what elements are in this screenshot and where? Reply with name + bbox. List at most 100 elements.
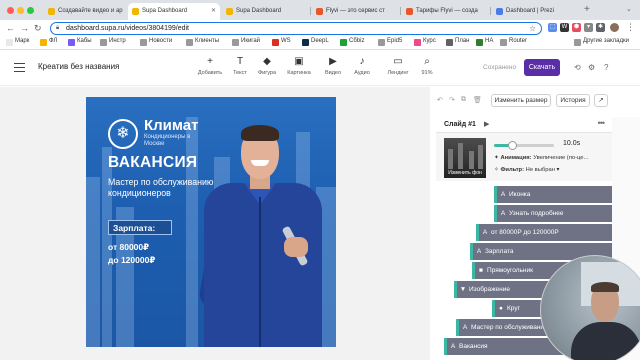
bookmark-item[interactable]: ФЛ xyxy=(40,38,57,46)
duration-value[interactable]: 10.0s xyxy=(563,140,580,147)
browser-tab[interactable]: Тарифы Flyvi — созда xyxy=(402,3,488,20)
bookmark-item[interactable]: Икигай xyxy=(232,38,260,46)
reload-icon[interactable]: ↻ xyxy=(34,22,42,34)
slide-card[interactable]: Изменить фон 10.0s ✦ Анимация: Увеличени… xyxy=(436,133,612,181)
back-arrow-icon[interactable]: ← xyxy=(6,22,15,34)
filter-setting[interactable]: ✧ Фильтр: Не выбран ▾ xyxy=(494,167,559,173)
tab-title: Dashboard | Prezi xyxy=(506,8,554,14)
zoom-level: 91% xyxy=(421,70,433,76)
bookmark-item[interactable]: Новости xyxy=(140,38,172,46)
bookmark-star-icon[interactable]: ☆ xyxy=(529,24,536,33)
close-tab-icon[interactable]: ✕ xyxy=(211,7,216,14)
duration-slider[interactable] xyxy=(494,141,554,150)
chevron-down-icon: ▾ xyxy=(556,167,560,173)
open-external-icon[interactable]: ↗ xyxy=(594,94,608,107)
browser-tab-active[interactable]: Supa Dashboard ✕ xyxy=(128,3,220,20)
new-tab-button[interactable]: + xyxy=(584,4,590,16)
layer-bar[interactable]: Aот 80000Р до 120000Р xyxy=(476,224,612,241)
zoom-window-button[interactable] xyxy=(27,7,34,14)
address-bar[interactable]: 🔒︎ dashboard.supa.ru/videos/3804199/edit… xyxy=(50,22,542,35)
bookmark-item[interactable]: Сбbiz xyxy=(340,38,364,46)
bookmark-item[interactable]: Router xyxy=(500,38,527,46)
layer-row[interactable]: A Узнать подробнее xyxy=(436,204,612,223)
creative-banner[interactable]: ❄ Климат Кондиционеры в Москве ВАКАНСИЯ … xyxy=(86,97,336,347)
duration-slider-handle[interactable] xyxy=(508,141,517,150)
bookmark-item[interactable]: Инстр xyxy=(100,38,126,46)
address-url[interactable]: dashboard.supa.ru/videos/3804199/edit xyxy=(66,25,189,32)
salary-to: до 120000₽ xyxy=(108,255,156,265)
settings-gear-icon[interactable]: ⚙ xyxy=(588,63,595,72)
image-icon: ▣ xyxy=(294,56,304,67)
share-icon[interactable]: ⟲ xyxy=(574,63,581,72)
bookmark-label: WS xyxy=(281,38,291,44)
layer-label: Вакансия xyxy=(459,343,488,350)
project-name[interactable]: Креатив без названия xyxy=(38,62,119,71)
bookmark-site-icon xyxy=(272,39,279,46)
browser-tab[interactable]: Supa Dashboard xyxy=(222,3,308,20)
browser-tab[interactable]: Dashboard | Prezi xyxy=(492,3,578,20)
slide-header[interactable]: Слайд #1 ▶ ••• xyxy=(436,117,612,133)
tool-shape-button[interactable]: ◆ Фигура xyxy=(250,55,284,76)
layer-bar-edge xyxy=(470,243,473,260)
menu-hamburger-icon[interactable] xyxy=(14,63,25,72)
bookmark-item[interactable]: Кабы xyxy=(68,38,92,46)
animation-label: Анимация: xyxy=(500,155,532,161)
forward-arrow-icon[interactable]: → xyxy=(20,22,29,34)
browser-tab[interactable]: Создавайте видео и ар xyxy=(44,3,128,20)
tab-separator xyxy=(310,7,311,15)
bookmark-folder-icon xyxy=(232,39,239,46)
tab-favicon-icon xyxy=(132,8,139,15)
bookmark-item[interactable]: НА xyxy=(476,38,493,46)
bookmark-item[interactable]: Марк xyxy=(6,38,29,46)
zoom-button[interactable]: ⌕ 91% xyxy=(410,55,444,76)
bookmark-site-icon xyxy=(302,39,309,46)
menu-dots-icon[interactable]: ⋮ xyxy=(626,21,635,33)
resize-button[interactable]: Изменить размер xyxy=(491,94,551,107)
tab-favicon-icon xyxy=(48,8,55,15)
tool-audio-button[interactable]: ♪ Аудио xyxy=(345,55,379,76)
bookmark-item[interactable]: WS xyxy=(272,38,291,46)
layer-bar[interactable]: A Иконка xyxy=(494,186,612,203)
minimize-window-button[interactable] xyxy=(17,7,24,14)
puzzle-icon[interactable]: ✱ xyxy=(596,23,605,32)
audio-icon: ♪ xyxy=(359,56,365,67)
help-icon[interactable]: ? xyxy=(604,63,608,72)
animation-setting[interactable]: ✦ Анимация: Увеличение (по-це... xyxy=(494,155,588,161)
bookmark-item[interactable]: Epid5 xyxy=(378,38,402,46)
history-button[interactable]: История xyxy=(556,94,590,107)
bookmark-item[interactable]: План xyxy=(446,38,469,46)
download-button[interactable]: Скачать xyxy=(524,59,560,76)
bookmark-item[interactable]: DeepL xyxy=(302,38,329,46)
slide-thumbnail[interactable]: Изменить фон xyxy=(444,138,486,178)
browser-tab[interactable]: Flyvi — это сервис ст xyxy=(312,3,398,20)
layer-label: Изображение xyxy=(469,286,510,293)
presenter-body xyxy=(571,322,640,360)
play-icon[interactable]: ▶ xyxy=(484,120,489,128)
slide-menu-dots-icon[interactable]: ••• xyxy=(598,118,606,128)
redo-icon[interactable]: ↷ xyxy=(449,96,455,104)
layer-bar[interactable]: A Узнать подробнее xyxy=(494,205,612,222)
layer-row[interactable]: A Иконка xyxy=(436,185,612,204)
brand-subtitle: Кондиционеры в Москве xyxy=(144,134,191,147)
bookmark-item[interactable]: Клиенты xyxy=(186,38,219,46)
delete-icon[interactable]: 🗑︎ xyxy=(473,96,482,104)
tool-add-button[interactable]: + Добавить xyxy=(193,55,227,76)
tab-search-icon[interactable]: ⌄ xyxy=(626,4,632,16)
bookmark-folder-icon xyxy=(68,39,75,46)
extension-icon[interactable]: ⬚ xyxy=(548,23,557,32)
layer-row[interactable]: Aот 80000Р до 120000Р xyxy=(436,223,612,242)
text-layer-icon: A xyxy=(450,343,456,350)
bookmark-folder-icon xyxy=(186,39,193,46)
extension-icon[interactable]: W xyxy=(560,23,569,32)
profile-avatar[interactable] xyxy=(610,23,619,32)
text-layer-icon: A xyxy=(482,229,488,236)
extension-icon[interactable]: ⬢ xyxy=(572,23,581,32)
tool-image-button[interactable]: ▣ Картинка xyxy=(282,55,316,76)
tool-label: Картинка xyxy=(287,70,311,76)
bookmark-item[interactable]: Курс xyxy=(414,38,436,46)
extension-icon[interactable]: ▾ xyxy=(584,23,593,32)
copy-icon[interactable]: ⧉ xyxy=(461,96,466,104)
close-window-button[interactable] xyxy=(7,7,14,14)
undo-icon[interactable]: ↶ xyxy=(437,96,443,104)
bookmark-item[interactable]: Другие закладки xyxy=(574,38,629,46)
